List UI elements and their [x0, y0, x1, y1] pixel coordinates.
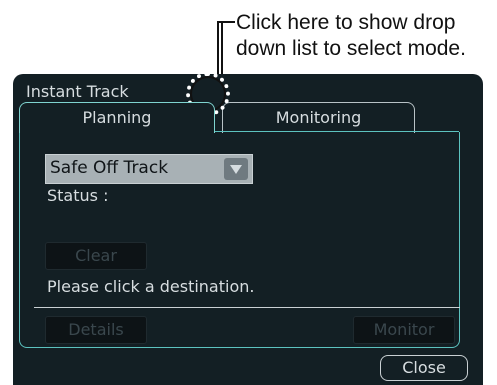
- clear-button[interactable]: Clear: [45, 242, 147, 270]
- tab-monitoring[interactable]: Monitoring: [222, 102, 415, 133]
- instant-track-window: Instant Track Monitoring Planning Safe O…: [13, 74, 483, 385]
- mode-select-value: Safe Off Track: [50, 158, 169, 178]
- callout-line-1: Click here to show drop: [236, 11, 456, 34]
- callout-line-2: down list to select mode.: [236, 37, 466, 60]
- details-button[interactable]: Details: [45, 316, 147, 344]
- tab-planning[interactable]: Planning: [19, 102, 215, 133]
- mode-select[interactable]: Safe Off Track: [45, 154, 253, 184]
- chevron-down-icon: [230, 165, 242, 174]
- divider: [34, 307, 460, 308]
- status-label: Status :: [47, 186, 109, 205]
- callout-annotation: Click here to show drop down list to sel…: [236, 10, 466, 62]
- monitor-button[interactable]: Monitor: [353, 316, 455, 344]
- dropdown-arrow-button[interactable]: [224, 158, 248, 180]
- close-button[interactable]: Close: [380, 355, 468, 381]
- status-message: Please click a destination.: [47, 277, 255, 296]
- window-title: Instant Track: [26, 82, 129, 101]
